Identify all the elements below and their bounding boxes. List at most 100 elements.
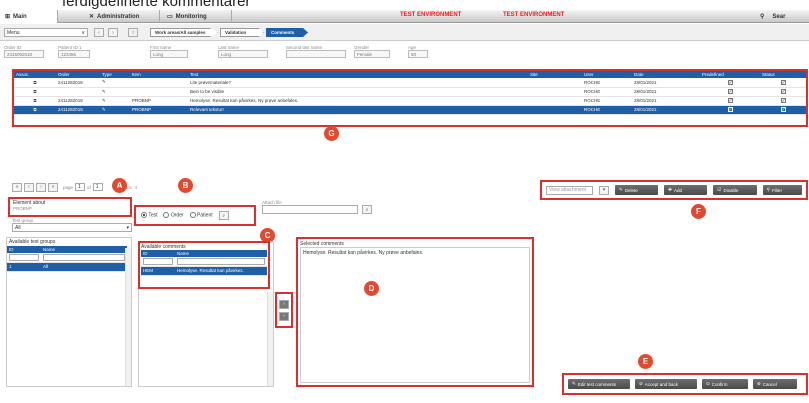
- pagination: « ‹ › » page 1 of 1: [12, 182, 103, 192]
- page-number-input[interactable]: 1: [75, 183, 86, 191]
- menu-select[interactable]: Menu ∨: [4, 28, 88, 37]
- disable-button[interactable]: ☑ Disable: [713, 185, 757, 195]
- column-header[interactable]: Type: [100, 71, 130, 78]
- selected-comments-panel: Selected comments Hemolyse. Resultat kan…: [296, 237, 534, 387]
- prev-page-button[interactable]: ‹: [24, 182, 34, 192]
- view-attachment-select[interactable]: View attachment: [546, 185, 594, 195]
- plus-icon: ✚: [668, 187, 672, 192]
- close-circle-icon: ⊗: [757, 381, 761, 386]
- move-buttons: › ‹: [275, 292, 293, 328]
- list-item[interactable]: 1 All: [7, 262, 127, 272]
- field-second-last-name: Second last name: [286, 45, 346, 58]
- column-header[interactable]: Date: [632, 71, 700, 78]
- item-count: tec: 4: [126, 185, 138, 190]
- first-page-button[interactable]: «: [12, 182, 22, 192]
- move-left-icon[interactable]: ‹: [279, 311, 289, 321]
- wrench-icon: ✕: [89, 14, 95, 20]
- next-page-button[interactable]: ›: [36, 182, 46, 192]
- breadcrumb-work-areas[interactable]: Work areas/All samples: [150, 28, 218, 37]
- delete-button[interactable]: ✎ Delete: [614, 185, 659, 195]
- navigation-row: Menu ∨ ‹ › ☆ Work areas/All samples Valid…: [0, 24, 809, 41]
- association-icon: ⧉: [14, 105, 56, 115]
- status-checkbox[interactable]: ✓: [780, 89, 786, 95]
- predefined-checkbox[interactable]: ✓: [727, 89, 733, 95]
- check-circle-icon: ⊘: [639, 381, 643, 386]
- accept-and-back-button[interactable]: ⊘ Accept and back: [635, 379, 697, 389]
- breadcrumb-comments[interactable]: Comments: [266, 28, 308, 37]
- tab-main[interactable]: ⊞ Main: [0, 10, 58, 23]
- filter-name-input[interactable]: [43, 253, 125, 261]
- table-row[interactable]: ⧉ 2411282018 ✎ PROBNP Hemolyse. Resultat…: [14, 96, 806, 106]
- scrollbar[interactable]: [125, 248, 131, 386]
- attach-file-input[interactable]: [262, 205, 358, 214]
- chevron-down-icon[interactable]: ▾: [599, 185, 609, 195]
- back-button[interactable]: ‹: [94, 28, 104, 37]
- confirm-button[interactable]: ⊙ Confirm: [702, 379, 748, 389]
- tab-administration[interactable]: ✕ Administration: [84, 10, 160, 23]
- column-header[interactable]: Predefined: [700, 71, 760, 78]
- field-age: Age 50: [408, 45, 428, 58]
- edit-test-comments-button[interactable]: ✎ Edit test comments: [568, 379, 630, 389]
- annotation-badge-f: F: [691, 204, 706, 219]
- scrollbar[interactable]: [267, 292, 273, 386]
- comment-actions-toolbar: View attachment ▾ ✎ Delete ✚ Add ☑ Disable …: [540, 180, 808, 200]
- search-area[interactable]: ⚲ Sear: [760, 11, 809, 22]
- last-page-button[interactable]: »: [48, 182, 58, 192]
- column-header[interactable]: Status: [760, 71, 806, 78]
- column-header[interactable]: Order: [56, 71, 100, 78]
- predefined-checkbox[interactable]: ✓: [727, 98, 733, 104]
- filter-id-input[interactable]: [9, 253, 39, 261]
- field-last-name: Last name Long: [218, 45, 268, 58]
- comment-type-icon: ✎: [100, 96, 130, 106]
- status-checkbox[interactable]: ✓: [780, 98, 786, 104]
- selected-comments-textarea[interactable]: Hemolyse. Resultat kan påvirkes. Ny prøv…: [300, 247, 530, 383]
- filter-button[interactable]: ⚲ Filter: [762, 185, 802, 195]
- predefined-checkbox[interactable]: ✓: [727, 107, 733, 113]
- filter-name-input[interactable]: [177, 257, 265, 265]
- radio-patient[interactable]: Patient: [189, 212, 213, 219]
- add-button[interactable]: ✚ Add: [664, 185, 708, 195]
- status-checkbox[interactable]: ✓: [780, 79, 786, 85]
- table-row-selected[interactable]: ⧉ 2411282018 ✎ PROBNP Relevant tekstur! …: [14, 105, 806, 115]
- field-order-id: Order ID 2415092018: [4, 45, 44, 58]
- page-heading: ferdigdefinerte kommentarer: [62, 0, 251, 10]
- available-comments-box: Available comments ID Name HEM Hemolyse. R…: [138, 241, 270, 289]
- test-group-select[interactable]: All ▾: [12, 223, 132, 232]
- attach-file: Attach file ⌕: [262, 200, 374, 214]
- test-group-filter: Test group All ▾: [12, 218, 132, 232]
- predefined-checkbox[interactable]: ✓: [727, 79, 733, 85]
- move-right-icon[interactable]: ›: [279, 299, 289, 309]
- radio-order[interactable]: Order: [163, 212, 184, 219]
- status-checkbox[interactable]: ✓: [780, 107, 786, 113]
- favorite-star-icon[interactable]: ☆: [128, 28, 138, 37]
- chevron-down-icon: ▾: [126, 224, 129, 231]
- monitor-icon: ▭: [167, 14, 173, 20]
- association-icon: ⧉: [14, 78, 56, 88]
- main-icon: ⊞: [5, 14, 11, 20]
- table-row[interactable]: ⧉ ✎ Bein to be visible ROCHE 28/01/2021 …: [14, 87, 806, 97]
- column-header[interactable]: Text: [188, 71, 528, 78]
- column-header[interactable]: User: [582, 71, 632, 78]
- annotation-badge-e: E: [638, 354, 653, 369]
- annotation-badge-g: G: [324, 126, 339, 141]
- column-header[interactable]: Site: [528, 71, 582, 78]
- edit-icon: ✎: [572, 381, 576, 386]
- radio-test[interactable]: Test: [141, 212, 157, 219]
- chevron-down-icon: ∨: [81, 29, 85, 36]
- browse-file-icon[interactable]: ⌕: [362, 205, 372, 214]
- association-icon: ⧉: [14, 87, 56, 97]
- list-item[interactable]: HEM Hemolyse. Resultat kan påvirkes.: [141, 266, 267, 276]
- tab-monitoring[interactable]: ▭ Monitoring: [162, 10, 232, 23]
- lookup-icon[interactable]: ⌕: [218, 211, 229, 220]
- annotation-badge-a: A: [112, 178, 127, 193]
- filter-id-input[interactable]: [143, 257, 173, 265]
- search-icon: ⚲: [760, 14, 765, 20]
- column-header[interactable]: Assoc.: [14, 71, 56, 78]
- table-row[interactable]: ⧉ 2411282018 ✎ Lite prøvemateriale? ROCH…: [14, 78, 806, 88]
- field-first-name: First name Long: [150, 45, 188, 58]
- cancel-button[interactable]: ⊗ Cancel: [753, 379, 797, 389]
- column-header[interactable]: Item: [130, 71, 188, 78]
- breadcrumb-validation[interactable]: Validation: [220, 28, 264, 37]
- element-about-box: Element about PROBNP: [8, 197, 132, 217]
- forward-button[interactable]: ›: [108, 28, 118, 37]
